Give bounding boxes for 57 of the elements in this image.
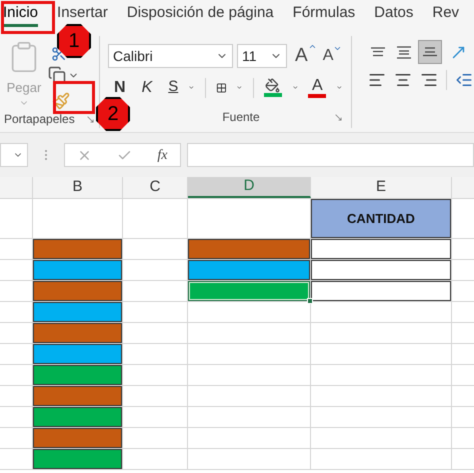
align-left-icon[interactable] [368,71,386,89]
column-header[interactable]: D [188,177,311,198]
filled-cell[interactable] [33,260,123,280]
filled-cell[interactable] [33,302,123,322]
italic-button[interactable]: K [142,76,152,100]
caret-up-icon [308,42,317,51]
filled-cell[interactable] [33,407,123,427]
drag-handle-icon[interactable] [44,149,48,161]
vertical-align-button[interactable] [418,40,442,64]
ribbon-tab[interactable]: Fórmulas [292,4,356,22]
filled-cell[interactable] [188,260,311,280]
align-center-icon[interactable] [394,71,412,89]
filled-cell[interactable] [33,323,123,343]
insert-function-button[interactable]: fx [157,144,168,166]
copy-icon[interactable] [48,66,66,84]
table-cell[interactable] [311,260,452,280]
ribbon-tab[interactable]: Disposición de página [126,4,274,22]
align-right-icon[interactable] [420,71,438,89]
formula-input[interactable] [187,143,474,167]
decrease-indent-icon[interactable] [455,71,473,89]
column-header[interactable]: E [311,177,452,198]
filled-cell[interactable] [33,386,123,406]
filled-cell[interactable] [33,344,123,364]
underline-button[interactable]: S [168,76,178,99]
fill-color-button[interactable] [264,78,282,97]
increase-font-button[interactable]: A [295,42,317,70]
align-lines-icon [423,47,437,57]
highlight-frame [53,81,95,114]
align-lines-icon [371,47,385,57]
highlight-frame [1,1,55,34]
filled-cell[interactable] [33,281,123,301]
filled-cell[interactable] [33,449,123,469]
filled-cell[interactable] [33,428,123,448]
fill-handle[interactable] [307,298,313,304]
ribbon-tab[interactable]: Insertar [57,4,108,22]
group-label: Portapapeles [4,111,75,128]
bold-button[interactable]: N [114,76,126,100]
dialog-launcher-icon[interactable] [86,114,95,124]
font-name-field[interactable]: Calibri [108,44,233,68]
table-cell[interactable] [311,239,452,259]
cut-icon[interactable] [51,46,67,62]
filled-cell[interactable] [33,365,123,385]
decrease-font-button[interactable]: A [322,44,342,68]
filled-cell[interactable] [33,239,123,259]
ribbon-tab[interactable]: Inicio [3,4,38,27]
filled-cell[interactable]: CANTIDAD [311,199,452,238]
font-size-field[interactable]: 11 [237,44,287,68]
ribbon-tab[interactable]: Rev [432,4,460,22]
ribbon-tab[interactable]: Datos [374,4,414,22]
group-label: Fuente [221,109,260,126]
filled-cell[interactable] [188,281,311,301]
font-color-button[interactable]: A [308,78,326,98]
filled-cell[interactable] [188,239,311,259]
column-header[interactable]: B [33,177,123,198]
dialog-launcher-icon[interactable] [334,112,343,122]
align-lines-icon [397,46,411,58]
table-cell[interactable] [311,281,452,301]
